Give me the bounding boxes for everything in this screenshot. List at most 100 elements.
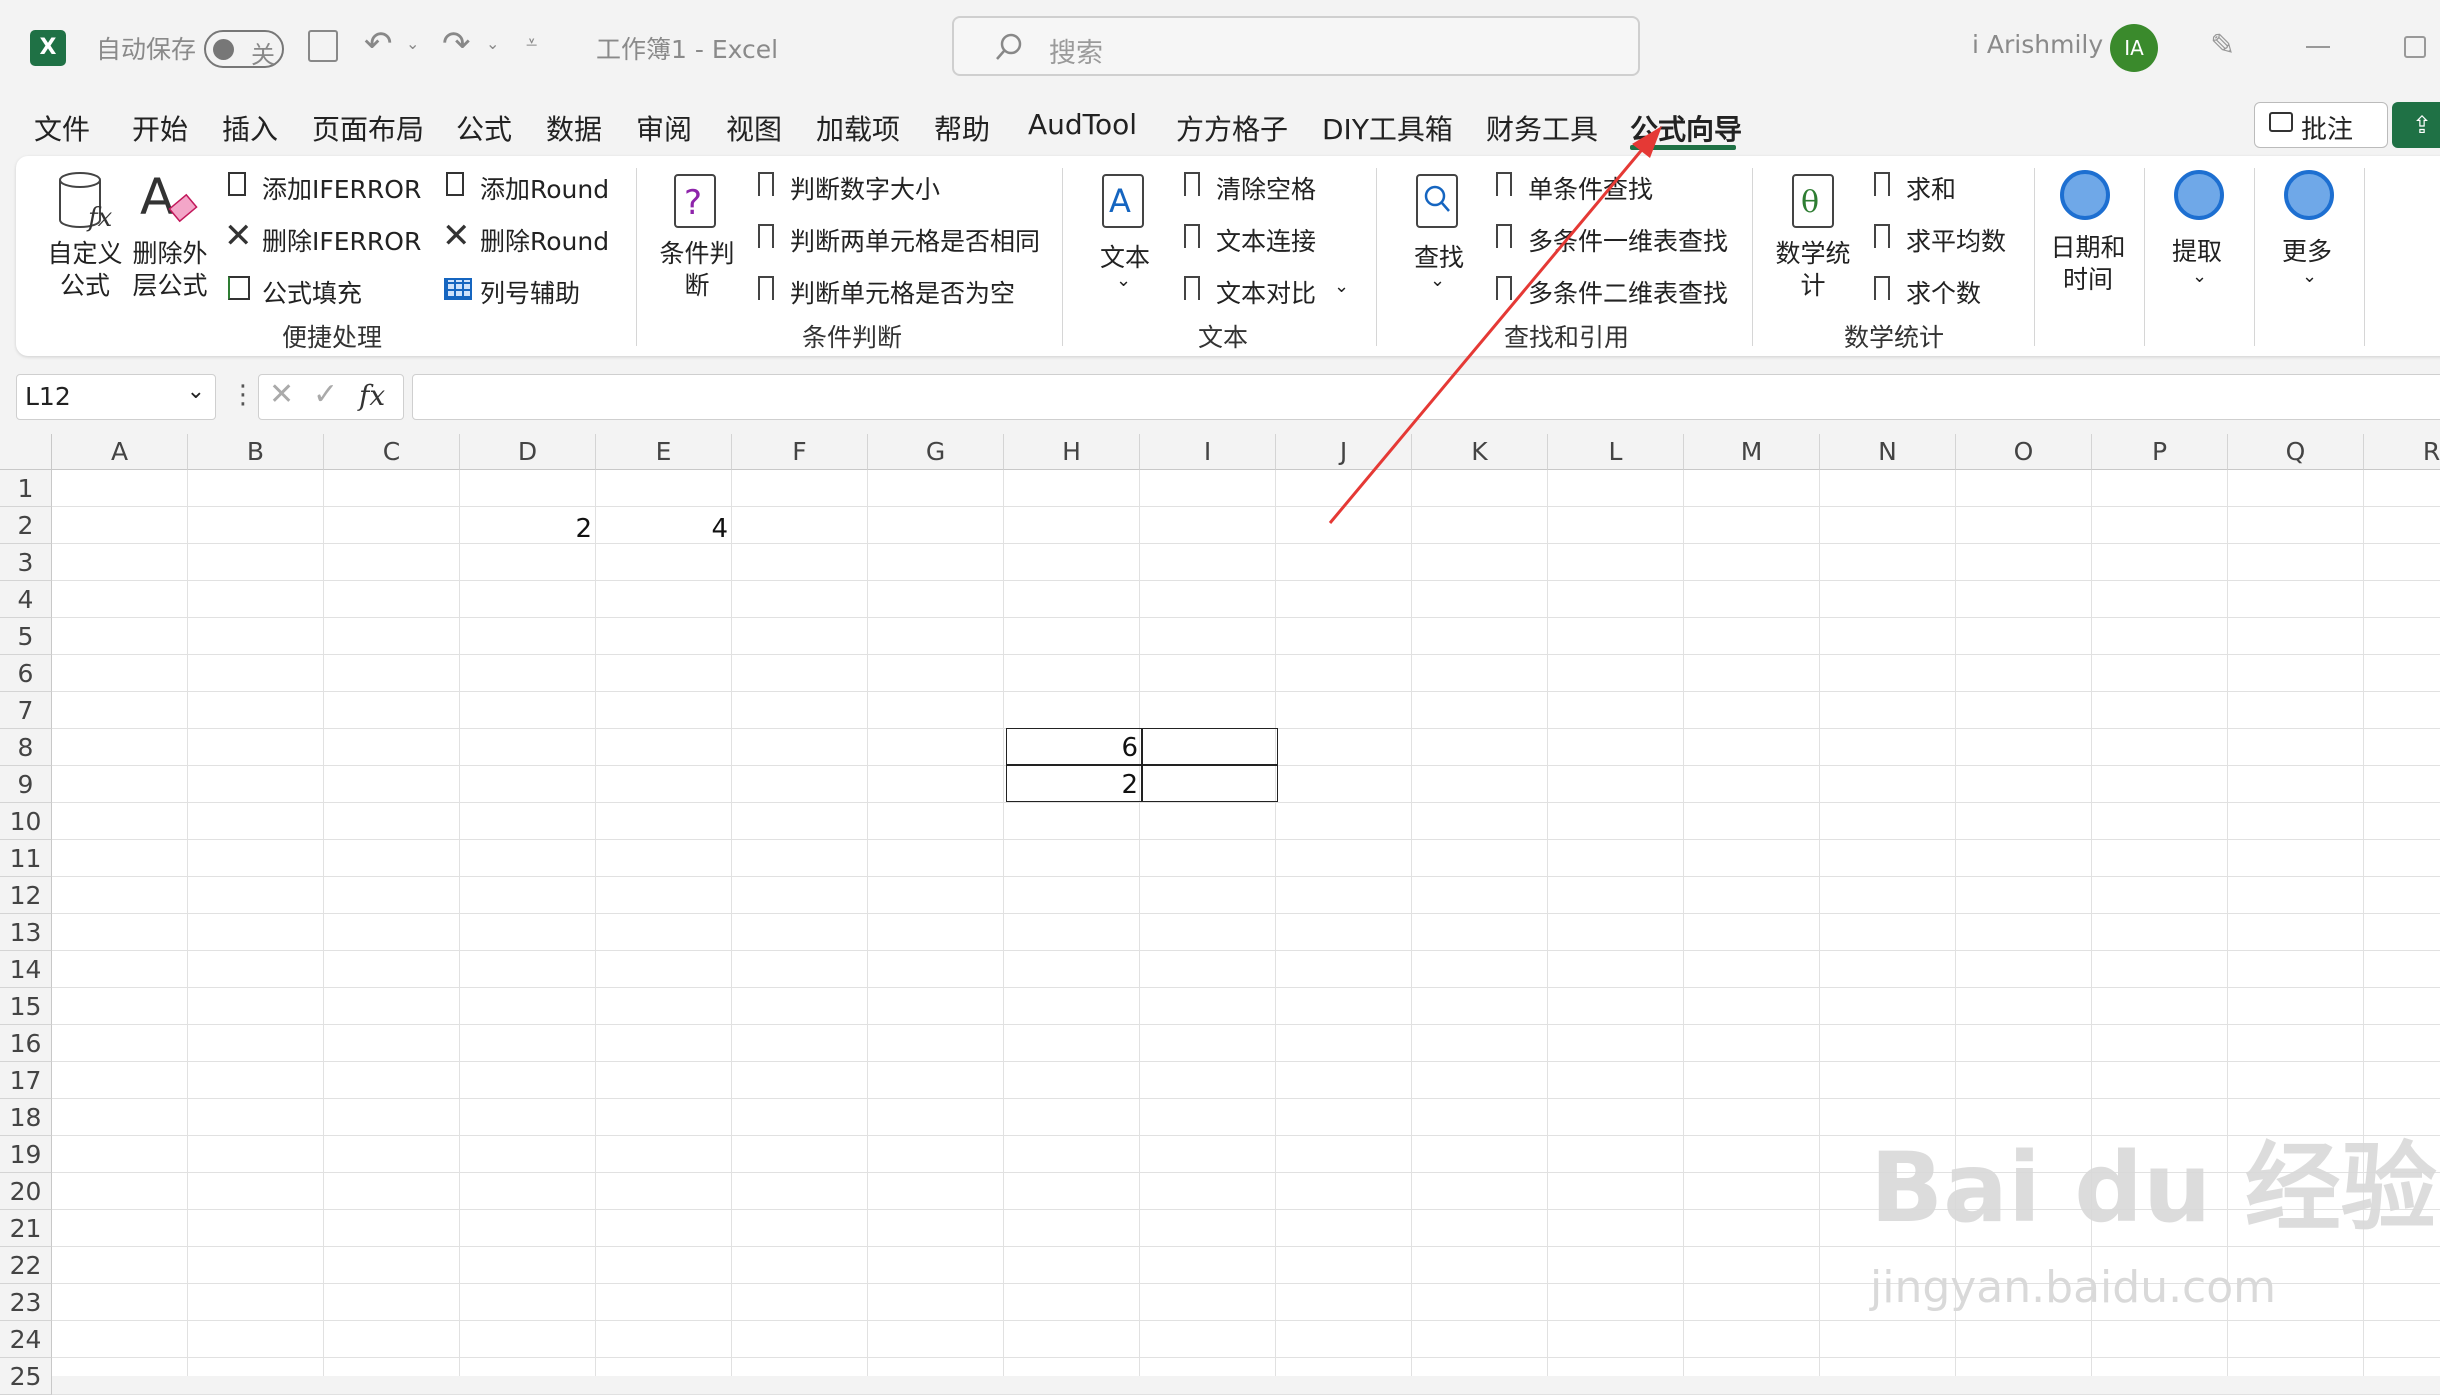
column-header-C[interactable]: C [324,434,460,470]
redo-icon[interactable]: ↷ [442,24,471,64]
row-header-18[interactable]: 18 [0,1099,52,1136]
cell-E2[interactable]: 4 [596,514,728,544]
cancel-icon[interactable]: ✕ [269,377,294,412]
condition-judge-label: 条件判断 [659,239,735,300]
grid-column-line [595,470,596,1376]
sum-label: 求和 [1906,175,1957,204]
svg-text:A: A [1109,182,1131,220]
tab-insert[interactable]: 插入 [222,108,278,148]
tab-view[interactable]: 视图 [726,108,782,148]
bookmark-icon [1184,172,1200,196]
tab-file[interactable]: 文件 [34,108,90,148]
row-header-15[interactable]: 15 [0,988,52,1025]
row-header-20[interactable]: 20 [0,1173,52,1210]
pen-icon[interactable]: ✎ [2210,28,2235,63]
row-header-1[interactable]: 1 [0,470,52,507]
column-header-Q[interactable]: Q [2228,434,2364,470]
row-header-16[interactable]: 16 [0,1025,52,1062]
tab-review[interactable]: 审阅 [636,108,692,148]
group-separator [1062,168,1063,346]
select-all-corner[interactable] [0,434,52,470]
math-stats-button[interactable]: θ 数学统计 [1770,170,1856,310]
column-header-O[interactable]: O [1956,434,2092,470]
custom-formula-button[interactable]: fx 自定义公式 [40,170,130,300]
cell-H8[interactable]: 6 [1006,733,1138,763]
row-header-17[interactable]: 17 [0,1062,52,1099]
condition-judge-button[interactable]: ? 条件判断 [654,170,740,310]
column-header-H[interactable]: H [1004,434,1140,470]
undo-dropdown-icon[interactable]: ⌄ [406,34,419,53]
minimize-icon[interactable] [2306,46,2330,48]
column-header-M[interactable]: M [1684,434,1820,470]
tab-audtool[interactable]: AudTool [1028,108,1137,141]
row-header-14[interactable]: 14 [0,951,52,988]
customize-qat-icon[interactable]: ⩡ [526,30,537,54]
row-header-4[interactable]: 4 [0,581,52,618]
column-header-E[interactable]: E [596,434,732,470]
row-header-22[interactable]: 22 [0,1247,52,1284]
chevron-down-icon: ⌄ [1116,270,1132,291]
column-header-P[interactable]: P [2092,434,2228,470]
column-header-D[interactable]: D [460,434,596,470]
row-header-7[interactable]: 7 [0,692,52,729]
cell-D2[interactable]: 2 [460,514,592,544]
row-header-19[interactable]: 19 [0,1136,52,1173]
more-options-icon[interactable]: ⋮ [230,380,256,410]
column-header-F[interactable]: F [732,434,868,470]
tab-fangfang[interactable]: 方方格子 [1176,108,1288,148]
grid-row-line [52,543,2440,544]
row-header-9[interactable]: 9 [0,766,52,803]
avatar[interactable]: IA [2110,24,2158,72]
name-box[interactable]: L12 ⌄ [16,374,216,420]
row-header-6[interactable]: 6 [0,655,52,692]
row-header-3[interactable]: 3 [0,544,52,581]
column-header-I[interactable]: I [1140,434,1276,470]
row-header-8[interactable]: 8 [0,729,52,766]
row-header-2[interactable]: 2 [0,507,52,544]
column-header-N[interactable]: N [1820,434,1956,470]
check-icon[interactable]: ✓ [313,377,338,412]
more-button[interactable]: 更多 ⌄ [2276,170,2342,310]
cell-H9[interactable]: 2 [1006,770,1138,800]
tab-home[interactable]: 开始 [132,108,188,148]
column-header-A[interactable]: A [52,434,188,470]
row-header-5[interactable]: 5 [0,618,52,655]
delete-outer-formula-button[interactable]: A 删除外层公式 [132,170,208,300]
tab-formulas[interactable]: 公式 [456,108,512,148]
row-header-21[interactable]: 21 [0,1210,52,1247]
autosave-toggle[interactable]: 关 [204,30,284,69]
date-time-button[interactable]: 日期和时间 [2046,170,2130,310]
judge-same-label: 判断两单元格是否相同 [790,227,1041,256]
tab-page-layout[interactable]: 页面布局 [312,108,424,148]
tab-data[interactable]: 数据 [546,108,602,148]
restore-icon[interactable] [2404,36,2426,58]
row-header-12[interactable]: 12 [0,877,52,914]
tab-addins[interactable]: 加载项 [816,108,900,148]
row-header-25[interactable]: 25 [0,1358,52,1395]
row-header-23[interactable]: 23 [0,1284,52,1321]
share-button[interactable]: ⇪ [2392,102,2440,148]
row-header-10[interactable]: 10 [0,803,52,840]
row-header-11[interactable]: 11 [0,840,52,877]
extract-button[interactable]: 提取 ⌄ [2166,170,2232,310]
column-header-G[interactable]: G [868,434,1004,470]
fill-icon [228,276,250,300]
undo-icon[interactable]: ↶ [364,24,393,64]
row-header-13[interactable]: 13 [0,914,52,951]
doc-add-round-icon [446,172,464,196]
column-header-B[interactable]: B [188,434,324,470]
redo-dropdown-icon[interactable]: ⌄ [486,34,499,53]
grid-table-icon [444,278,472,300]
comment-button[interactable]: 批注 [2254,102,2388,148]
column-header-R[interactable]: R [2364,434,2440,470]
toggle-knob [213,39,234,60]
row-header-24[interactable]: 24 [0,1321,52,1358]
comment-label: 批注 [2301,115,2354,145]
grid-column-line [1411,470,1412,1376]
save-icon[interactable] [308,30,338,62]
tab-help[interactable]: 帮助 [934,108,990,148]
text-button[interactable]: A 文本 ⌄ [1090,170,1160,300]
insert-function-icon[interactable]: fx [359,379,385,412]
bookmark-icon [1874,224,1890,248]
search-box[interactable]: 搜索 [952,16,1640,76]
